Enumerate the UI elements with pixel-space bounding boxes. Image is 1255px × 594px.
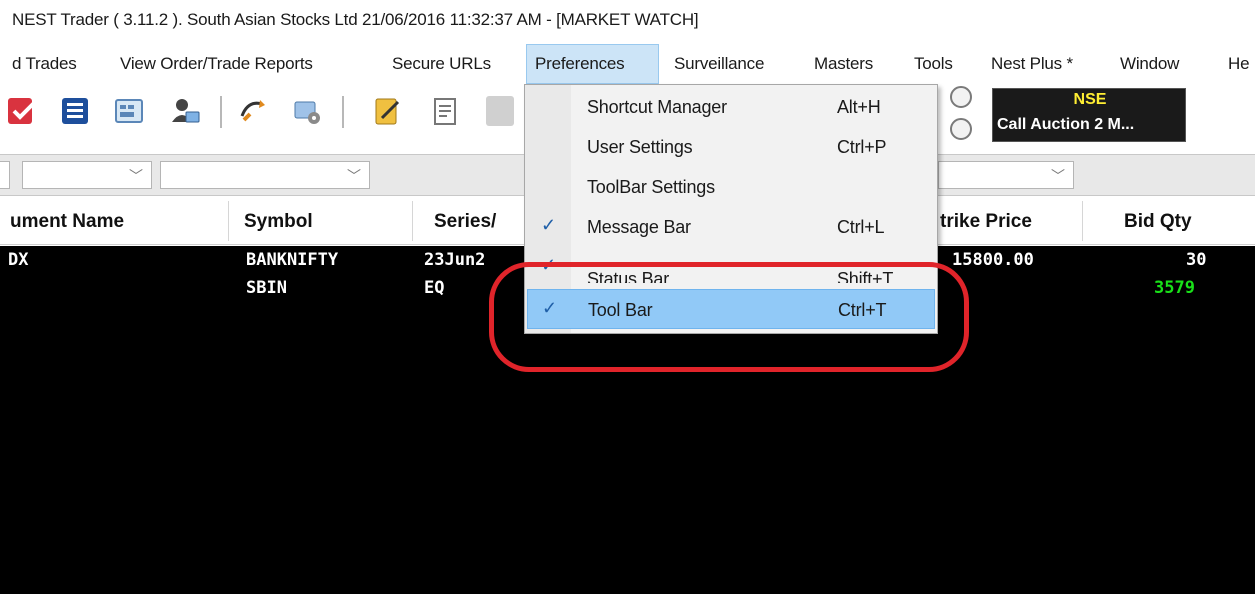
column-series[interactable]: Series/: [434, 211, 496, 233]
market-session-status: Call Auction 2 M...: [997, 116, 1135, 133]
row2-bid-qty: 3579: [1154, 278, 1195, 298]
menu-surveillance[interactable]: Surveillance: [666, 44, 772, 84]
exchange-status-panel: NSE Call Auction 2 M...: [992, 88, 1186, 142]
exchange-name: NSE: [1073, 91, 1107, 108]
title-bar: NEST Trader ( 3.11.2 ). South Asian Stoc…: [0, 0, 1255, 42]
highlight-annotation: [489, 262, 969, 372]
filter-combo-partial[interactable]: [0, 161, 10, 189]
filter-combo-1[interactable]: ﹀: [22, 161, 152, 189]
column-symbol[interactable]: Symbol: [244, 211, 313, 233]
menu-bar: d Trades View Order/Trade Reports Secure…: [0, 44, 1255, 84]
column-bid-qty[interactable]: Bid Qty: [1124, 211, 1192, 233]
column-separator[interactable]: [1082, 201, 1083, 241]
menu-window[interactable]: Window: [1112, 44, 1187, 84]
toolbar-button-partial[interactable]: [486, 96, 514, 126]
row2-series: EQ: [424, 278, 445, 298]
column-separator[interactable]: [228, 201, 229, 241]
menu-secure-urls[interactable]: Secure URLs: [384, 44, 499, 84]
menu-masters[interactable]: Masters: [806, 44, 881, 84]
chevron-down-icon: ﹀: [1051, 168, 1065, 184]
window-title: NEST Trader ( 3.11.2 ). South Asian Stoc…: [12, 10, 699, 29]
column-separator[interactable]: [412, 201, 413, 241]
menu-item-shortcut-manager[interactable]: Shortcut Manager Alt+H: [527, 87, 935, 127]
menu-item-label: Shortcut Manager: [587, 97, 727, 117]
menu-tools[interactable]: Tools: [906, 44, 961, 84]
checkmark-icon: ✓: [541, 215, 557, 235]
row2-symbol: SBIN: [246, 278, 287, 298]
calculator-icon[interactable]: [114, 96, 144, 126]
chevron-down-icon: ﹀: [347, 168, 361, 184]
status-light-bottom: [950, 118, 972, 140]
menu-preferences[interactable]: Preferences: [526, 44, 659, 84]
menu-item-shortcut: Alt+H: [837, 97, 881, 117]
menu-help[interactable]: He: [1220, 44, 1255, 84]
transfer-icon[interactable]: [238, 96, 268, 126]
menu-trades[interactable]: d Trades: [4, 44, 85, 84]
row1-strike-price: 15800.00: [952, 250, 1034, 270]
list-icon[interactable]: [60, 96, 90, 126]
row1-instrument: DX: [8, 250, 29, 270]
menu-item-shortcut: Ctrl+L: [837, 217, 885, 237]
menu-item-shortcut: Ctrl+P: [837, 137, 887, 157]
status-light-top: [950, 86, 972, 108]
notepad-icon[interactable]: [372, 96, 402, 126]
settings-card-icon[interactable]: [292, 96, 322, 126]
menu-item-message-bar[interactable]: ✓ Message Bar Ctrl+L: [527, 207, 935, 247]
chevron-down-icon: ﹀: [129, 168, 143, 184]
menu-item-toolbar-settings[interactable]: ToolBar Settings: [527, 167, 935, 207]
filter-combo-2[interactable]: ﹀: [160, 161, 370, 189]
toolbar-separator: [342, 96, 344, 128]
filter-combo-3[interactable]: ﹀: [938, 161, 1074, 189]
column-instrument-name[interactable]: ument Name: [10, 211, 124, 233]
menu-item-label: Message Bar: [587, 217, 691, 237]
menu-item-label: ToolBar Settings: [587, 177, 715, 197]
menu-item-user-settings[interactable]: User Settings Ctrl+P: [527, 127, 935, 167]
row1-symbol: BANKNIFTY: [246, 250, 339, 270]
menu-view-order-trade-reports[interactable]: View Order/Trade Reports: [112, 44, 321, 84]
user-card-icon[interactable]: [170, 96, 200, 126]
column-strike-price[interactable]: trike Price: [940, 211, 1032, 233]
toolbar-separator: [220, 96, 222, 128]
order-check-icon[interactable]: [8, 96, 38, 126]
menu-item-label: User Settings: [587, 137, 693, 157]
report-icon[interactable]: [430, 96, 460, 126]
menu-nest-plus[interactable]: Nest Plus *: [983, 44, 1081, 84]
row1-series: 23Jun2: [424, 250, 486, 270]
row1-bid-qty: 30: [1186, 250, 1207, 270]
